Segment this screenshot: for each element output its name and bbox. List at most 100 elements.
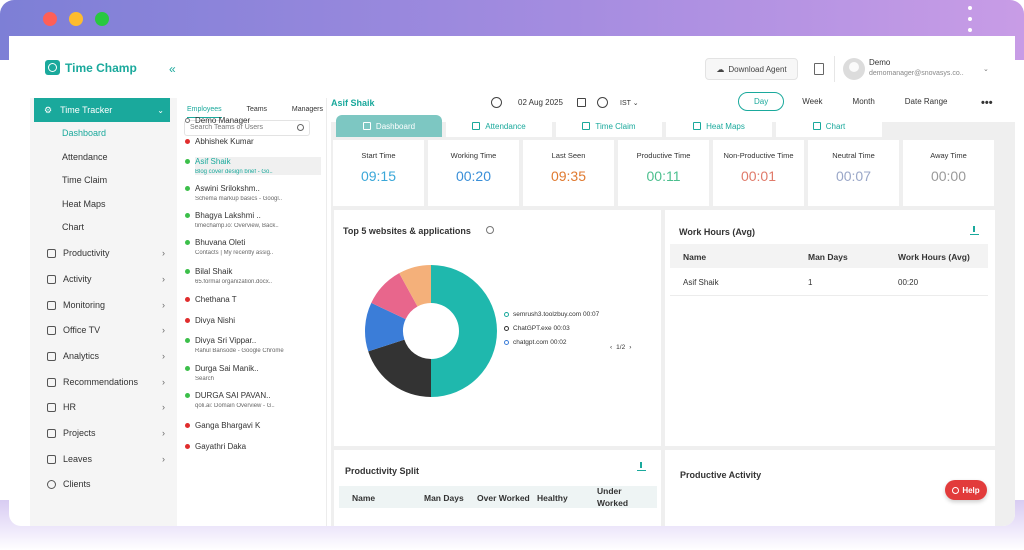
chevron-right-icon: ›: [162, 454, 165, 464]
date-display[interactable]: 02 Aug 2025: [518, 98, 563, 107]
user-name: Demo: [869, 58, 891, 67]
info-icon[interactable]: [486, 226, 494, 234]
column-header: Name: [683, 252, 707, 262]
chevron-right-icon: ›: [162, 274, 165, 284]
sidebar-item-hr[interactable]: HR ›: [47, 402, 165, 412]
tab-dashboard[interactable]: Dashboard: [336, 115, 442, 137]
download-icon[interactable]: [637, 462, 646, 471]
employee-list-item[interactable]: Ganga Bhargavi K: [185, 421, 321, 430]
tab-time-claim[interactable]: Time Claim: [556, 115, 662, 137]
employee-list-item[interactable]: Divya Nishi: [185, 316, 321, 325]
avatar[interactable]: [843, 58, 865, 80]
legend-swatch-icon: [504, 340, 509, 345]
stat-productive-time: Productive Time 00:11: [618, 140, 709, 206]
range-month[interactable]: Month: [841, 93, 887, 110]
legend-pager[interactable]: ‹ 1/2 ›: [610, 344, 631, 351]
sidebar-item-office-tv[interactable]: Office TV ›: [47, 325, 165, 335]
tab-heat-maps[interactable]: Heat Maps: [666, 115, 772, 137]
search-icon[interactable]: [297, 124, 304, 131]
sidebar-item-time-tracker[interactable]: ⚙ Time Tracker ⌄: [34, 98, 170, 122]
sidebar-sub-chart[interactable]: Chart: [62, 222, 84, 232]
maximize-window-dot[interactable]: [95, 12, 109, 26]
clock-icon[interactable]: [597, 97, 608, 108]
employee-list-item[interactable]: Aswini Srilokshm.. Schema markup basics -…: [185, 184, 321, 202]
employee-list-item[interactable]: DURGA SAI PAVAN.. qoli.ai: Domain Overvie…: [185, 391, 321, 409]
user-icon: [47, 479, 56, 489]
employee-list-item[interactable]: Divya Sri Vippar.. Rahul Bansode - Google…: [185, 336, 321, 354]
sidebar-item-analytics[interactable]: Analytics ›: [47, 351, 165, 361]
stat-value: 09:15: [360, 168, 397, 184]
employee-list-item[interactable]: Chethana T: [185, 295, 321, 304]
chart-icon: [812, 122, 821, 130]
employee-list-item[interactable]: Gayathri Daka: [185, 442, 321, 451]
next-page-icon[interactable]: ›: [629, 344, 631, 351]
legend-item[interactable]: chatgpt.com 00:02: [504, 339, 566, 346]
help-button[interactable]: Help: [945, 480, 987, 500]
stat-non-productive-time: Non-Productive Time 00:01: [713, 140, 804, 206]
user-menu-chevron-icon[interactable]: ⌄: [983, 65, 989, 73]
more-options-icon[interactable]: •••: [981, 97, 993, 109]
chevron-right-icon: ›: [162, 377, 165, 387]
prev-page-icon[interactable]: ‹: [610, 344, 612, 351]
window-menu-icon[interactable]: [966, 6, 974, 32]
download-agent-button[interactable]: ☁ Download Agent: [705, 58, 798, 80]
productivity-split-title: Productivity Split: [345, 466, 420, 476]
sidebar-item-label: HR: [63, 402, 76, 412]
donut-slice[interactable]: [431, 265, 497, 397]
download-icon[interactable]: [970, 226, 979, 235]
sidebar-item-label: Time Tracker: [60, 105, 113, 115]
sidebar-item-recommendations[interactable]: Recommendations ›: [47, 377, 165, 387]
app-logo[interactable]: Time Champ: [45, 60, 137, 75]
column-header: Man Days: [424, 493, 464, 503]
employee-list-item[interactable]: Durga Sai Manik.. Search: [185, 364, 321, 382]
history-icon[interactable]: [491, 97, 502, 108]
employee-list-item[interactable]: Bhagya Lakshmi .. timechamp.io: Overview,…: [185, 211, 321, 229]
range-week[interactable]: Week: [790, 93, 834, 110]
status-dot-icon: [185, 159, 190, 164]
column-header: Healthy: [537, 493, 568, 503]
stat-label: Productive Time: [636, 151, 691, 160]
help-icon: [952, 486, 960, 494]
employee-activity: Contacts | My recently assig..: [195, 250, 274, 256]
employee-list-item[interactable]: Bilal Shaik 65.formal organization.docx..: [185, 267, 321, 285]
tab-label: Dashboard: [375, 121, 416, 131]
sidebar-item-monitoring[interactable]: Monitoring ›: [47, 300, 165, 310]
sidebar-sub-dashboard[interactable]: Dashboard: [62, 128, 106, 138]
employee-list-item[interactable]: Demo Manager: [185, 116, 321, 125]
sidebar-sub-heat-maps[interactable]: Heat Maps: [62, 199, 106, 209]
chevron-down-icon: ⌄: [157, 105, 164, 115]
legend-item[interactable]: ChatGPT.exe 00:03: [504, 325, 570, 332]
top-sites-card: Top 5 websites & applications semrush3.t…: [334, 210, 661, 446]
employee-list-item[interactable]: Bhuvana Oleti Contacts | My recently assi…: [185, 238, 321, 256]
range-date-range[interactable]: Date Range: [893, 93, 960, 110]
stat-start-time: Start Time 09:15: [333, 140, 424, 206]
stat-neutral-time: Neutral Time 00:07: [808, 140, 899, 206]
sidebar-item-clients[interactable]: Clients: [47, 479, 165, 489]
range-day[interactable]: Day: [738, 92, 785, 111]
table-row[interactable]: Asif Shaik 1 00:20: [670, 270, 988, 296]
stats-row: Start Time 09:15 Working Time 00:20 Last S…: [333, 140, 994, 206]
employee-list-item[interactable]: Asif Shaik Blog cover design brief - Go..: [185, 157, 321, 175]
tab-chart[interactable]: Chart: [776, 115, 882, 137]
dashboard-tabs: Dashboard Attendance Time Claim Heat Map…: [336, 115, 882, 137]
collapse-sidebar-icon[interactable]: «: [169, 62, 176, 76]
main-content: Asif Shaik 02 Aug 2025 IST ⌄ Day Week Mo…: [331, 92, 1015, 526]
close-window-dot[interactable]: [43, 12, 57, 26]
tab-attendance[interactable]: Attendance: [446, 115, 552, 137]
stat-value: 00:01: [740, 168, 777, 184]
sidebar-item-activity[interactable]: Activity ›: [47, 274, 165, 284]
timezone-select[interactable]: IST ⌄: [620, 99, 639, 107]
employee-panel: Employees Teams Managers Search Teams or…: [179, 98, 327, 526]
sidebar-item-projects[interactable]: Projects ›: [47, 428, 165, 438]
calendar-icon[interactable]: [577, 98, 586, 107]
sidebar-item-label: Productivity: [63, 248, 110, 258]
legend-item[interactable]: semrush3.toolzbuy.com 00:07: [504, 311, 599, 318]
sidebar-item-leaves[interactable]: Leaves ›: [47, 454, 165, 464]
sidebar-sub-time-claim[interactable]: Time Claim: [62, 175, 107, 185]
employee-list-item[interactable]: Abhishek Kumar: [185, 137, 321, 146]
minimize-window-dot[interactable]: [69, 12, 83, 26]
employee-activity: Search: [195, 376, 215, 382]
sidebar-item-productivity[interactable]: Productivity ›: [47, 248, 165, 258]
document-icon[interactable]: [814, 63, 824, 75]
sidebar-sub-attendance[interactable]: Attendance: [62, 152, 108, 162]
